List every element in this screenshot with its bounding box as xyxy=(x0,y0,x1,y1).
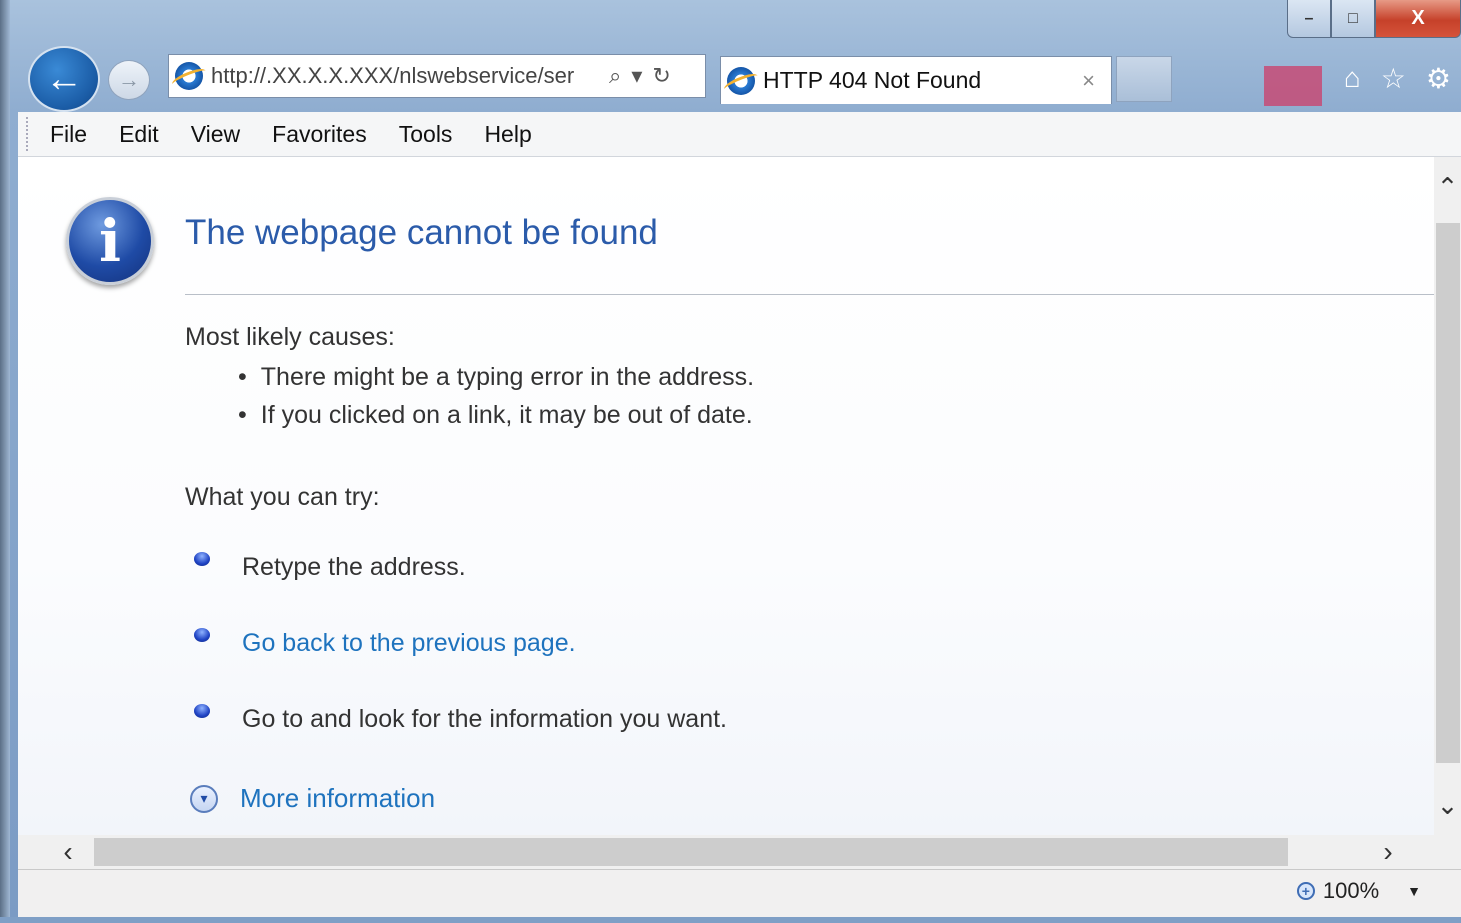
list-item: There might be a typing error in the add… xyxy=(238,363,754,401)
list-item: If you clicked on a link, it may be out … xyxy=(238,401,754,439)
forward-arrow-icon: → xyxy=(118,67,140,92)
more-information-toggle[interactable]: ▾ More information xyxy=(190,783,435,814)
zoom-icon: + xyxy=(1296,882,1315,900)
window-left-edge xyxy=(0,0,10,923)
try-heading: What you can try: xyxy=(185,483,380,511)
causes-heading: Most likely causes: xyxy=(185,323,395,351)
title-divider xyxy=(185,294,1434,295)
vertical-scroll-thumb[interactable] xyxy=(1436,223,1460,763)
bullet-icon xyxy=(194,627,210,642)
menubar-grip[interactable] xyxy=(26,117,34,151)
back-button[interactable]: ← xyxy=(28,46,100,112)
navigation-bar: ← → http://.XX.X.X.XXX/nlswebservice/ser… xyxy=(20,44,1461,112)
address-tools: ⌕ ▾ ↻ xyxy=(609,63,671,89)
more-information-link[interactable]: More information xyxy=(240,783,435,814)
tab-active[interactable]: HTTP 404 Not Found × xyxy=(720,56,1112,104)
menu-bar: File Edit View Favorites Tools Help xyxy=(18,112,1461,157)
new-tab-button[interactable] xyxy=(1116,56,1172,102)
page-title: The webpage cannot be found xyxy=(185,213,658,252)
page-content: i The webpage cannot be found Most likel… xyxy=(18,157,1434,835)
try-item-text: Go to and look for the information you w… xyxy=(242,705,727,733)
background-fragment xyxy=(1264,66,1322,106)
try-item-go-to: Go to and look for the information you w… xyxy=(194,703,727,734)
status-bar: + 100% ▼ xyxy=(18,869,1461,918)
address-url[interactable]: http://.XX.X.X.XXX/nlswebservice/ser xyxy=(211,63,599,89)
menu-view[interactable]: View xyxy=(175,121,256,148)
menu-help[interactable]: Help xyxy=(468,121,547,148)
scroll-right-icon[interactable]: › xyxy=(1358,835,1418,869)
horizontal-scrollbar[interactable]: ‹ › xyxy=(18,835,1461,869)
search-icon[interactable]: ⌕ xyxy=(609,63,621,89)
causes-list: There might be a typing error in the add… xyxy=(238,363,754,439)
address-bar[interactable]: http://.XX.X.X.XXX/nlswebservice/ser ⌕ ▾… xyxy=(168,54,706,98)
refresh-icon[interactable]: ↻ xyxy=(652,63,670,89)
maximize-button[interactable]: □ xyxy=(1331,0,1375,38)
menu-file[interactable]: File xyxy=(34,121,103,148)
menu-favorites[interactable]: Favorites xyxy=(256,121,383,148)
vertical-scrollbar[interactable]: ⌃ ⌄ xyxy=(1434,157,1461,835)
tab-title: HTTP 404 Not Found xyxy=(763,67,982,93)
forward-button[interactable]: → xyxy=(108,60,150,100)
menu-tools[interactable]: Tools xyxy=(383,121,469,148)
caption-buttons: – □ X xyxy=(1287,0,1461,40)
minimize-button[interactable]: – xyxy=(1287,0,1331,38)
try-item-go-back: Go back to the previous page. xyxy=(194,627,576,658)
browser-window: – □ X ← → http://.XX.X.X.XXX/nlswebservi… xyxy=(0,0,1461,923)
try-item-retype: Retype the address. xyxy=(194,551,466,582)
home-icon[interactable]: ⌂ xyxy=(1344,62,1361,95)
go-back-link[interactable]: Go back to the previous page. xyxy=(242,629,576,658)
address-dropdown-icon[interactable]: ▾ xyxy=(631,63,642,89)
scroll-left-icon[interactable]: ‹ xyxy=(38,835,98,869)
scroll-up-icon[interactable]: ⌃ xyxy=(1434,157,1461,217)
bullet-icon xyxy=(194,703,210,718)
window-bottom-edge xyxy=(0,917,1461,923)
ie-tab-icon xyxy=(727,66,755,95)
back-arrow-icon: ← xyxy=(45,57,83,100)
favorites-star-icon[interactable]: ☆ xyxy=(1381,62,1406,95)
scroll-down-icon[interactable]: ⌄ xyxy=(1434,775,1461,835)
zoom-dropdown-icon[interactable]: ▼ xyxy=(1407,883,1421,899)
gear-icon[interactable]: ⚙ xyxy=(1426,62,1451,95)
ie-page-icon xyxy=(175,62,203,90)
browser-command-icons: ⌂ ☆ ⚙ xyxy=(1344,62,1451,95)
menu-edit[interactable]: Edit xyxy=(103,121,175,148)
zoom-level: 100% xyxy=(1322,878,1380,903)
horizontal-scroll-thumb[interactable] xyxy=(94,838,1288,866)
bullet-icon xyxy=(194,551,210,566)
tab-close-icon[interactable]: × xyxy=(1082,68,1095,94)
zoom-control[interactable]: + 100% ▼ xyxy=(1296,878,1421,904)
info-icon: i xyxy=(66,197,154,285)
expand-chevron-icon[interactable]: ▾ xyxy=(190,784,218,813)
try-item-text: Retype the address. xyxy=(242,553,466,581)
close-button[interactable]: X xyxy=(1375,0,1461,38)
